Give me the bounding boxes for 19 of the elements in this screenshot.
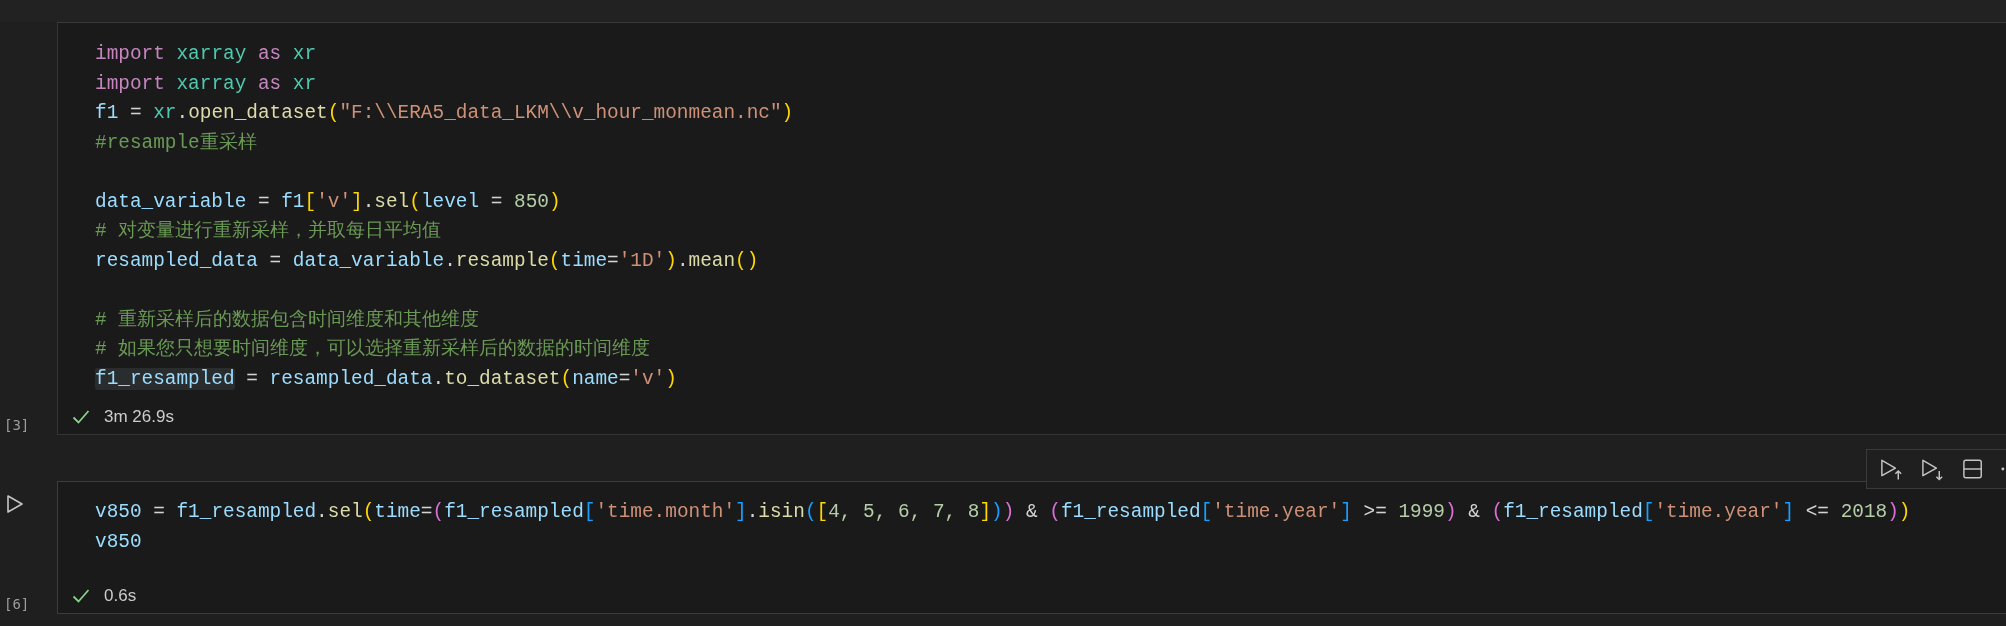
code-line: # 如果您只想要时间维度，可以选择重新采样后的数据的时间维度: [95, 337, 652, 362]
code-line: v850: [95, 529, 143, 555]
execution-count: [3]: [4, 417, 30, 433]
code-line: data_variable = f1['v'].sel(level = 850): [95, 189, 562, 215]
execution-count: [6]: [4, 596, 30, 612]
code-line: resampled_data = data_variable.resample(time='1D').mean(): [95, 248, 760, 274]
code-line: v850 = f1_resampled.sel(time=(f1_resampled['time.month'].isin([4, 5, 6, 7, 8])) & (f1_resampled['time.year'] >= 1999) & (f1_resampled['time.year'] <= 2018)): [95, 500, 1912, 525]
code-line: # 对变量进行重新采样，并取每日平均值: [95, 219, 443, 244]
code-line: #resample重采样: [95, 130, 258, 156]
execution-time: 0.6s: [104, 586, 137, 606]
run-cell-icon[interactable]: [6, 494, 24, 514]
split-cell-icon[interactable]: [1961, 457, 1985, 481]
code-line: f1_resampled = resampled_data.to_dataset(name='v'): [95, 366, 678, 392]
more-icon[interactable]: [2000, 466, 2006, 472]
code-line: f1 = xr.open_dataset("F:\\ERA5_data_LKM\\v_hour_monmean.nc"): [95, 101, 795, 126]
code-line: # 重新采样后的数据包含时间维度和其他维度: [95, 307, 481, 333]
code-line: import xarray as xr: [95, 42, 318, 67]
execution-time: 3m 26.9s: [104, 407, 174, 427]
code-line: import xarray as xr: [95, 71, 318, 97]
